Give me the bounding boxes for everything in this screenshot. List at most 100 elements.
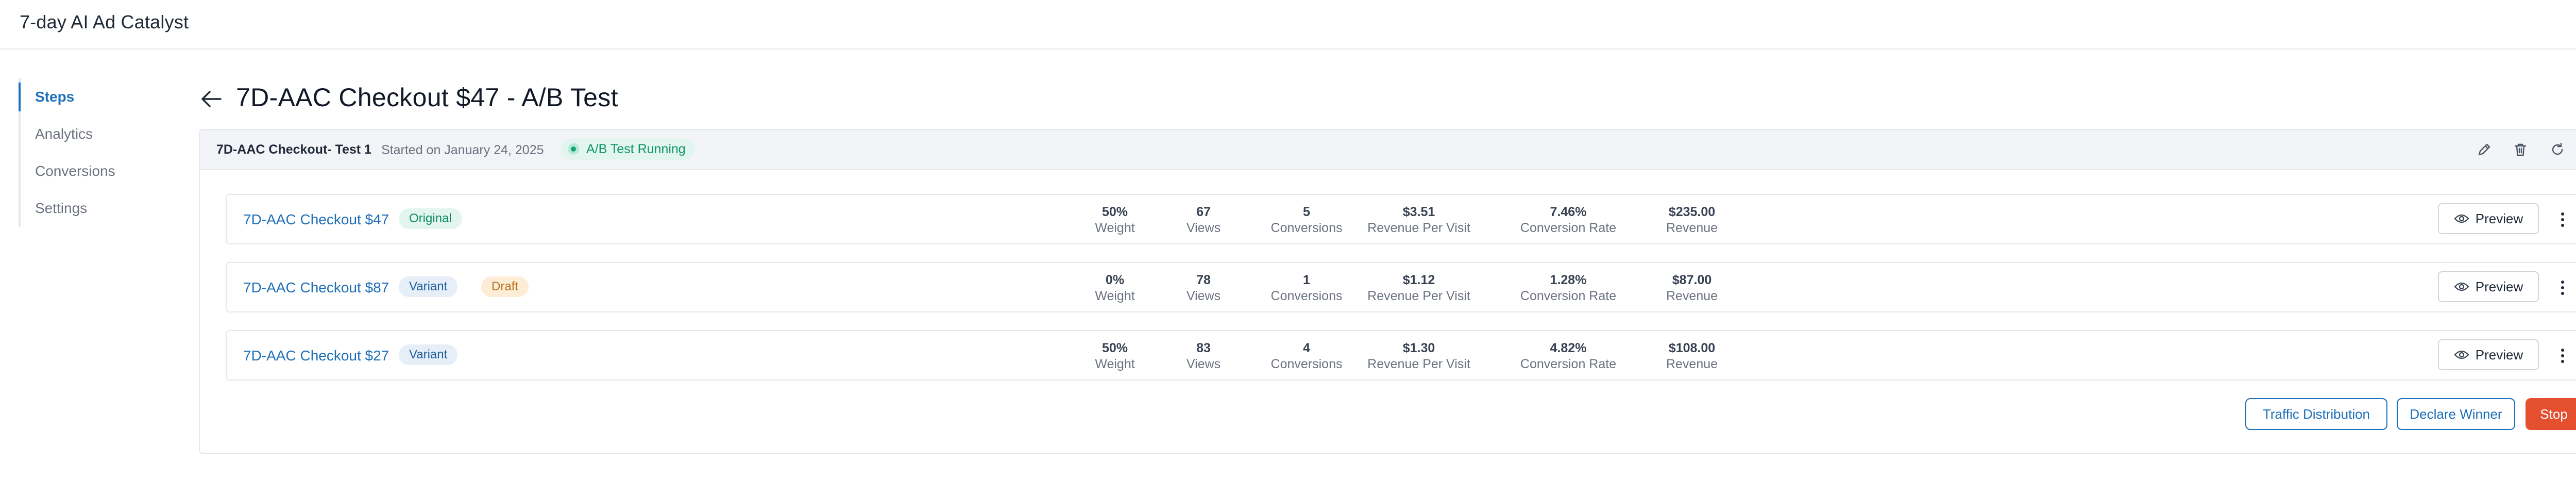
- preview-label: Preview: [2475, 278, 2523, 294]
- preview-button[interactable]: Preview: [2438, 271, 2539, 302]
- rpv-value: $3.51: [1402, 205, 1435, 219]
- conversion-rate-value: 4.82%: [1550, 341, 1587, 355]
- views-value: 67: [1196, 205, 1211, 219]
- conversion-rate-metric: 1.28% Conversion Rate: [1520, 272, 1616, 304]
- weight-metric: 0% Weight: [1095, 272, 1134, 304]
- kebab-icon: [2561, 281, 2564, 295]
- conversion-rate-label: Conversion Rate: [1520, 221, 1617, 235]
- back-button[interactable]: [198, 86, 225, 112]
- declare-winner-button[interactable]: Declare Winner: [2397, 398, 2515, 430]
- sidebar-item-steps[interactable]: Steps: [19, 78, 165, 116]
- sidebar-item-settings[interactable]: Settings: [21, 190, 165, 227]
- kebab-icon: [2561, 349, 2564, 363]
- views-label: Views: [1186, 289, 1221, 303]
- weight-metric: 50% Weight: [1095, 204, 1134, 236]
- revenue-label: Revenue: [1666, 289, 1718, 303]
- variant-name-link[interactable]: 7D-AAC Checkout $47: [243, 211, 389, 228]
- weight-metric: 50% Weight: [1095, 340, 1134, 372]
- variant-name-link[interactable]: 7D-AAC Checkout $87: [243, 279, 389, 296]
- trash-icon: [2514, 143, 2527, 156]
- revenue-metric: $235.00 Revenue: [1666, 204, 1718, 236]
- app-title: 7-day AI Ad Catalyst: [20, 11, 189, 32]
- close-button[interactable]: [2572, 11, 2576, 36]
- ab-test-card: 7D-AAC Checkout- Test 1 Started on Janua…: [199, 129, 2576, 454]
- more-options-button[interactable]: [2553, 275, 2572, 300]
- conversions-label: Conversions: [1270, 221, 1343, 235]
- stop-button[interactable]: Stop: [2526, 398, 2576, 430]
- status-dot-icon: [568, 143, 579, 155]
- variant-badge: Variant: [399, 344, 458, 365]
- test-header: 7D-AAC Checkout- Test 1 Started on Janua…: [200, 130, 2576, 170]
- sidebar-item-label: Analytics: [35, 126, 93, 142]
- arrow-left-icon: [201, 91, 222, 107]
- revenue-metric: $87.00 Revenue: [1666, 272, 1718, 304]
- test-name: 7D-AAC Checkout- Test 1: [216, 142, 371, 157]
- preview-button[interactable]: Preview: [2438, 339, 2539, 370]
- weight-value: 50%: [1101, 341, 1128, 355]
- conversion-rate-metric: 7.46% Conversion Rate: [1520, 204, 1616, 236]
- revenue-value: $235.00: [1668, 205, 1716, 219]
- refresh-button[interactable]: [2547, 139, 2568, 160]
- conversions-metric: 5 Conversions: [1271, 204, 1343, 236]
- revenue-value: $108.00: [1668, 341, 1716, 355]
- rpv-metric: $3.51 Revenue Per Visit: [1367, 204, 1470, 236]
- refresh-icon: [2552, 142, 2563, 155]
- views-value: 83: [1196, 341, 1211, 355]
- more-options-button[interactable]: [2553, 343, 2572, 368]
- variant-row: 7D-AAC Checkout $87 Variant Draft 0% Wei…: [226, 262, 2576, 312]
- views-label: Views: [1186, 221, 1221, 235]
- rpv-value: $1.30: [1402, 341, 1435, 355]
- views-metric: 78 Views: [1187, 272, 1221, 304]
- delete-button[interactable]: [2510, 139, 2531, 160]
- variant-badge: Variant: [399, 276, 458, 297]
- conversion-rate-value: 1.28%: [1550, 273, 1587, 287]
- conversion-rate-label: Conversion Rate: [1520, 357, 1617, 371]
- edit-button[interactable]: [2474, 139, 2495, 160]
- pencil-icon: [2478, 143, 2490, 156]
- sidebar-item-conversions[interactable]: Conversions: [21, 153, 165, 190]
- conversions-label: Conversions: [1270, 357, 1343, 371]
- variant-name-link[interactable]: 7D-AAC Checkout $27: [243, 348, 389, 364]
- kebab-icon: [2561, 212, 2564, 227]
- rpv-label: Revenue Per Visit: [1367, 357, 1470, 371]
- top-bar: 7-day AI Ad Catalyst: [0, 0, 2576, 50]
- traffic-distribution-button[interactable]: Traffic Distribution: [2245, 398, 2387, 430]
- views-metric: 83 Views: [1187, 340, 1221, 372]
- sidebar-item-label: Settings: [35, 200, 88, 216]
- views-value: 78: [1196, 273, 1211, 287]
- eye-icon: [2454, 282, 2469, 291]
- eye-icon: [2454, 350, 2469, 359]
- conversions-label: Conversions: [1270, 289, 1343, 303]
- weight-label: Weight: [1095, 289, 1135, 303]
- conversions-value: 5: [1303, 205, 1310, 219]
- more-options-button[interactable]: [2553, 207, 2572, 232]
- revenue-label: Revenue: [1666, 221, 1718, 235]
- revenue-label: Revenue: [1666, 357, 1718, 371]
- weight-label: Weight: [1095, 221, 1135, 235]
- preview-button[interactable]: Preview: [2438, 203, 2539, 234]
- conversion-rate-label: Conversion Rate: [1520, 289, 1617, 303]
- conversion-rate-metric: 4.82% Conversion Rate: [1520, 340, 1616, 372]
- views-metric: 67 Views: [1187, 204, 1221, 236]
- weight-value: 50%: [1101, 205, 1128, 219]
- conversion-rate-value: 7.46%: [1550, 205, 1587, 219]
- weight-value: 0%: [1105, 273, 1125, 287]
- page-title: 7D-AAC Checkout $47 - A/B Test: [236, 83, 618, 112]
- rpv-label: Revenue Per Visit: [1367, 289, 1470, 303]
- conversions-metric: 1 Conversions: [1271, 272, 1343, 304]
- test-start-date: Started on January 24, 2025: [381, 143, 544, 157]
- original-badge: Original: [399, 208, 462, 229]
- views-label: Views: [1186, 357, 1221, 371]
- revenue-value: $87.00: [1672, 273, 1712, 287]
- sidebar-item-label: Conversions: [35, 163, 115, 179]
- sidebar-item-analytics[interactable]: Analytics: [21, 116, 165, 153]
- rpv-label: Revenue Per Visit: [1367, 221, 1470, 235]
- sidebar-item-label: Steps: [35, 89, 75, 105]
- status-badge: A/B Test Running: [561, 138, 695, 160]
- draft-badge: Draft: [481, 276, 529, 297]
- sidebar-nav: Steps Analytics Conversions Settings: [19, 78, 165, 227]
- rpv-value: $1.12: [1402, 273, 1435, 287]
- eye-icon: [2454, 214, 2469, 223]
- variant-row: 7D-AAC Checkout $27 Variant 50% Weight 8…: [226, 330, 2576, 381]
- preview-label: Preview: [2475, 347, 2523, 363]
